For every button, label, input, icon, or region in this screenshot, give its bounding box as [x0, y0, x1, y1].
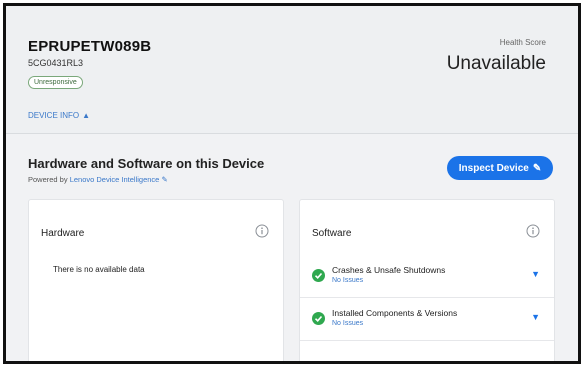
- software-title: Software: [312, 228, 352, 239]
- info-icon[interactable]: [255, 224, 269, 238]
- pencil-icon: ✎: [532, 162, 542, 174]
- powered-prefix: Powered by: [28, 175, 68, 184]
- device-name: EPRUPETW089B: [28, 38, 152, 55]
- hardware-empty-message: There is no available data: [53, 265, 145, 274]
- inspect-device-button[interactable]: Inspect Device ✎: [447, 156, 553, 180]
- hardware-title: Hardware: [41, 228, 85, 239]
- device-serial: 5CG0431RL3: [28, 58, 84, 68]
- software-row-name: Installed Components & Versions: [332, 308, 458, 318]
- info-icon[interactable]: [526, 224, 540, 238]
- software-row-status: No Issues: [332, 277, 364, 284]
- check-circle-icon: [312, 312, 325, 325]
- health-score-label: Health Score: [499, 38, 546, 47]
- inspect-device-label: Inspect Device: [458, 162, 529, 174]
- chevron-down-icon[interactable]: ▼: [531, 269, 540, 279]
- health-score-value: Unavailable: [446, 53, 546, 74]
- section-title: Hardware and Software on this Device: [28, 156, 265, 171]
- chevron-up-icon: ▲: [82, 111, 91, 120]
- software-card: Software Crashes & Unsafe Shutdowns No I…: [299, 199, 555, 361]
- check-circle-icon: [312, 269, 325, 282]
- chevron-down-icon[interactable]: ▼: [531, 312, 540, 322]
- edit-pencil-icon: ✎: [161, 175, 168, 184]
- ldi-link-label: Lenovo Device Intelligence: [69, 175, 160, 184]
- software-row-components[interactable]: Installed Components & Versions No Issue…: [300, 300, 554, 341]
- device-info-toggle[interactable]: DEVICE INFO ▲: [28, 111, 90, 120]
- software-row-crashes[interactable]: Crashes & Unsafe Shutdowns No Issues ▼: [300, 257, 554, 298]
- status-badge: Unresponsive: [28, 76, 83, 89]
- ldi-link[interactable]: Lenovo Device Intelligence ✎: [70, 175, 168, 184]
- device-header: EPRUPETW089B 5CG0431RL3 Unresponsive DEV…: [6, 6, 578, 134]
- powered-by: Powered by Lenovo Device Intelligence ✎: [28, 175, 168, 184]
- hardware-card: Hardware There is no available data: [28, 199, 284, 361]
- device-detail-panel: EPRUPETW089B 5CG0431RL3 Unresponsive DEV…: [3, 3, 581, 364]
- software-row-name: Crashes & Unsafe Shutdowns: [332, 265, 446, 275]
- software-row-status: No Issues: [332, 320, 364, 327]
- device-info-label: DEVICE INFO: [28, 111, 80, 120]
